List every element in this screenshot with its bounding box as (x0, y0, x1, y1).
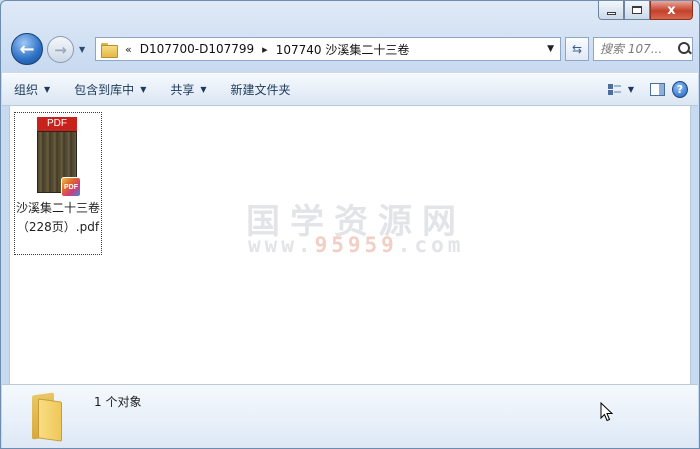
breadcrumb-item-current[interactable]: 107740 沙溪集二十三卷 (276, 41, 410, 58)
refresh-icon: ⇆ (571, 42, 583, 56)
help-icon: ? (672, 81, 688, 98)
object-count: 1 个对象 (94, 395, 142, 409)
watermark-url: www.95959.com (248, 233, 464, 257)
chevron-down-icon: ▼ (140, 85, 147, 94)
maximize-icon (632, 6, 642, 14)
file-name: 沙溪集二十三卷（228页）.pdf (15, 201, 100, 234)
organize-button[interactable]: 组织 ▼ (2, 77, 62, 103)
help-button[interactable]: ? (672, 78, 698, 102)
new-folder-label: 新建文件夹 (230, 83, 291, 97)
back-arrow-icon: ← (19, 38, 35, 60)
view-icon (607, 83, 622, 96)
organize-label: 组织 (14, 83, 39, 97)
minimize-button[interactable] (598, 1, 624, 20)
back-button[interactable]: ← (11, 33, 43, 65)
pdf-app-badge-icon: PDF (61, 177, 81, 197)
new-folder-button[interactable]: 新建文件夹 (219, 77, 303, 103)
mouse-cursor-icon (600, 402, 614, 422)
address-dropdown-icon[interactable]: ▼ (547, 44, 554, 54)
search-box (593, 37, 693, 61)
explorer-window: x ← → ▼ « D107700-D107799 ▸ 107740 沙溪集二十… (0, 0, 700, 449)
change-view-button[interactable] (602, 78, 628, 102)
recent-pages-dropdown[interactable]: ▼ (79, 45, 89, 55)
file-item[interactable]: PDF PDF 沙溪集二十三卷（228页）.pdf (14, 112, 102, 255)
close-button[interactable]: x (650, 1, 693, 20)
toolbar-right: ▼ ? (600, 74, 698, 105)
search-icon[interactable] (678, 42, 692, 56)
details-pane: 1 个对象 (2, 384, 698, 448)
share-label: 共享 (170, 83, 195, 97)
breadcrumb-separator-icon[interactable]: ▸ (262, 43, 268, 56)
forward-button[interactable]: → (47, 36, 74, 63)
breadcrumb-item-parent[interactable]: D107700-D107799 (140, 42, 254, 56)
pdf-type-label: PDF (37, 117, 77, 131)
address-bar[interactable]: « D107700-D107799 ▸ 107740 沙溪集二十三卷 ▼ (95, 37, 561, 61)
close-icon: x (667, 2, 676, 18)
watermark-url-number: 95959 (314, 233, 398, 257)
include-in-library-button[interactable]: 包含到库中 ▼ (62, 77, 158, 103)
share-button[interactable]: 共享 ▼ (158, 77, 218, 103)
command-bar: 组织 ▼ 包含到库中 ▼ 共享 ▼ 新建文件夹 ▼ ? (2, 73, 698, 106)
minimize-icon (606, 11, 616, 15)
chevron-down-icon: ▼ (200, 85, 207, 94)
folder-icon (28, 392, 68, 442)
search-input[interactable] (600, 42, 676, 56)
breadcrumb-overflow[interactable]: « (125, 43, 132, 56)
folder-icon (101, 42, 118, 58)
refresh-button[interactable]: ⇆ (565, 37, 589, 61)
navigation-bar: ← → ▼ « D107700-D107799 ▸ 107740 沙溪集二十三卷… (9, 31, 693, 67)
preview-pane-button[interactable] (644, 78, 670, 102)
preview-pane-icon (649, 83, 665, 96)
forward-arrow-icon: → (54, 40, 67, 59)
watermark-url-suffix: .com (397, 233, 465, 257)
caption-buttons: x (598, 1, 693, 21)
pdf-file-icon: PDF PDF (37, 117, 81, 197)
include-in-library-label: 包含到库中 (74, 83, 135, 97)
view-dropdown-icon[interactable]: ▼ (628, 85, 634, 94)
chevron-down-icon: ▼ (44, 85, 51, 94)
file-list[interactable]: PDF PDF 沙溪集二十三卷（228页）.pdf 国学资源网 www.9595… (9, 106, 691, 384)
maximize-button[interactable] (624, 1, 650, 20)
watermark-url-prefix: www. (248, 233, 315, 257)
